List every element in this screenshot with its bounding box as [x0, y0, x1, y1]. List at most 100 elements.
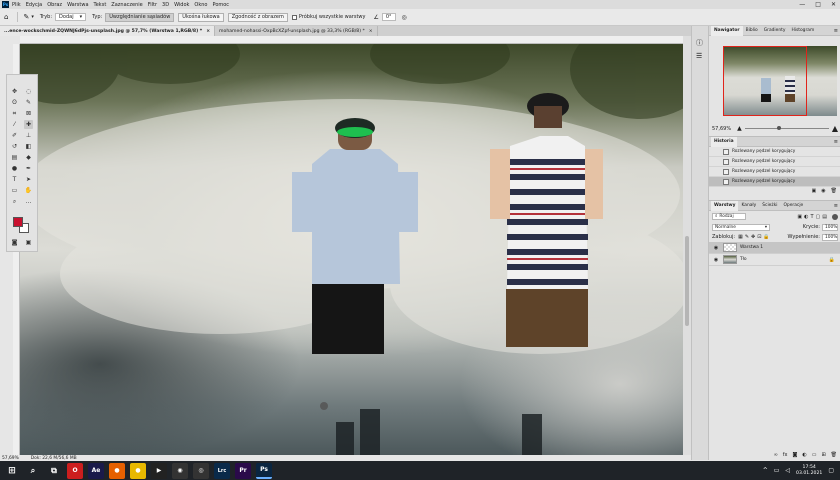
frame-tool-icon[interactable]: ⊠: [24, 109, 33, 118]
crop-tool-icon[interactable]: ⌗: [10, 109, 19, 118]
fill-input[interactable]: 100%: [822, 233, 838, 241]
search-icon[interactable]: ⌕: [25, 463, 41, 479]
snapshot-icon[interactable]: ▣: [812, 188, 817, 194]
tab-gradients[interactable]: Gradienty: [761, 26, 789, 36]
foreground-color-swatch[interactable]: [13, 217, 23, 227]
tab-actions[interactable]: Operacje: [780, 201, 806, 211]
blend-mode-select[interactable]: Normalne ▾: [712, 223, 770, 231]
angle-input[interactable]: 0°: [381, 13, 396, 21]
panel-menu-icon[interactable]: ≡: [834, 203, 838, 209]
create-texture-button[interactable]: Ukośna łukowa: [178, 12, 224, 22]
rectangle-tool-icon[interactable]: ▭: [10, 186, 19, 195]
fx-icon[interactable]: fx: [783, 452, 788, 458]
windows-start-icon[interactable]: ⊞: [4, 463, 20, 479]
maximize-button[interactable]: □: [815, 1, 821, 8]
adjustments-panel-icon[interactable]: ☰: [696, 52, 702, 60]
lightroom-classic-icon[interactable]: Lrc: [214, 462, 230, 479]
after-effects-icon[interactable]: Ae: [88, 462, 104, 479]
zoom-in-icon[interactable]: ▲: [832, 124, 838, 133]
trash-icon[interactable]: 🗑: [831, 452, 837, 458]
close-icon[interactable]: ×: [206, 29, 210, 34]
tab-layers[interactable]: Warstwy: [711, 200, 739, 211]
info-panel-icon[interactable]: ⓘ: [696, 38, 703, 48]
gradient-tool-icon[interactable]: ▤: [10, 153, 19, 162]
mask-icon[interactable]: ◙: [792, 452, 797, 458]
proximity-match-button[interactable]: Zgodność z obrazem: [227, 12, 288, 22]
layer-row-warstwa-1[interactable]: ◉ Warstwa 1: [709, 242, 840, 254]
camera-icon[interactable]: ◉: [821, 188, 825, 194]
photoshop-logo[interactable]: Ps: [2, 1, 9, 8]
lasso-tool-icon[interactable]: ʘ: [10, 98, 19, 107]
navigator-zoom-value[interactable]: 57,69%: [712, 126, 731, 132]
zoom-tool-icon[interactable]: ⌕: [10, 197, 19, 206]
type-tool-icon[interactable]: T: [10, 175, 19, 184]
screen-mode-icon[interactable]: ▣: [24, 238, 33, 247]
menu-select[interactable]: Zaznaczenie: [111, 2, 142, 8]
slider-handle[interactable]: [776, 126, 781, 130]
brush-preset-icon[interactable]: ✎: [23, 13, 29, 21]
dodge-tool-icon[interactable]: ●: [10, 164, 19, 173]
layer-name[interactable]: Tło: [740, 257, 747, 262]
media-icon[interactable]: ◎: [193, 462, 209, 479]
adjustment-icon[interactable]: ◐: [802, 452, 806, 458]
firefox-icon[interactable]: ●: [109, 462, 125, 479]
task-view-icon[interactable]: ⧉: [46, 463, 62, 479]
lock-icon[interactable]: 🔒: [829, 257, 835, 263]
tab-histogram[interactable]: Histogram: [788, 26, 817, 36]
trash-icon[interactable]: 🗑: [831, 188, 837, 194]
volume-icon[interactable]: ◁: [785, 467, 790, 474]
zoom-out-icon[interactable]: ▲: [737, 125, 742, 132]
network-icon[interactable]: ▭: [774, 467, 780, 474]
history-item[interactable]: Rozlewany pędzel korygujący: [709, 167, 840, 177]
link-icon[interactable]: ∞: [774, 452, 778, 458]
pen-tool-icon[interactable]: ✒: [24, 164, 33, 173]
menu-3d[interactable]: 3D: [162, 2, 169, 8]
zoom-slider[interactable]: [744, 126, 829, 130]
minimize-button[interactable]: —: [799, 1, 805, 8]
sample-all-checkbox[interactable]: [291, 14, 297, 20]
chevron-down-icon[interactable]: ▾: [31, 14, 34, 20]
history-item[interactable]: Rozlewany pędzel korygujący: [709, 157, 840, 167]
panel-menu-icon[interactable]: ≡: [834, 28, 838, 34]
stamp-tool-icon[interactable]: ⊥: [24, 131, 33, 140]
video-player-icon[interactable]: ▶: [151, 462, 167, 479]
healing-brush-tool-icon[interactable]: ✚: [24, 120, 33, 129]
tray-chevron-icon[interactable]: ^: [763, 467, 768, 474]
scroll-thumb[interactable]: [685, 236, 689, 326]
eraser-tool-icon[interactable]: ◧: [24, 142, 33, 151]
eye-icon[interactable]: ◉: [712, 257, 720, 263]
tab-document-1[interactable]: ...ence-wockschmid-ZQWNJ6dPjs-unsplash.j…: [0, 26, 216, 36]
menu-help[interactable]: Pomoc: [212, 2, 229, 8]
tab-navigator[interactable]: Nawigator: [711, 25, 743, 36]
eyedropper-tool-icon[interactable]: ⁄: [10, 120, 19, 129]
menu-window[interactable]: Okno: [194, 2, 207, 8]
tab-history[interactable]: Historia: [711, 136, 737, 147]
filter-toggle[interactable]: [832, 213, 838, 220]
document-canvas[interactable]: [20, 44, 683, 455]
photoshop-icon[interactable]: Ps: [256, 462, 272, 479]
chrome-icon[interactable]: ●: [130, 462, 146, 479]
close-button[interactable]: ✕: [831, 1, 836, 8]
history-item-active[interactable]: Rozlewany pędzel korygujący: [709, 177, 840, 187]
panel-menu-icon[interactable]: ≡: [834, 139, 838, 145]
close-icon[interactable]: ×: [369, 29, 373, 34]
layer-name[interactable]: Warstwa 1: [740, 245, 763, 250]
opacity-input[interactable]: 100%: [822, 223, 838, 231]
tab-paths[interactable]: Ścieżki: [759, 201, 780, 211]
tab-channels[interactable]: Kanały: [738, 201, 759, 211]
premiere-icon[interactable]: Pr: [235, 462, 251, 479]
menu-edit[interactable]: Edycja: [26, 2, 43, 8]
history-brush-tool-icon[interactable]: ↺: [10, 142, 19, 151]
notifications-icon[interactable]: ▢: [828, 467, 834, 474]
quick-select-tool-icon[interactable]: ✎: [24, 98, 33, 107]
layer-filter-icons[interactable]: ▣◐T▢▤: [797, 214, 829, 220]
eye-icon[interactable]: ◉: [712, 245, 720, 251]
menu-file[interactable]: Plik: [12, 2, 21, 8]
navigator-view-box[interactable]: [723, 46, 807, 116]
blur-tool-icon[interactable]: ◆: [24, 153, 33, 162]
path-select-tool-icon[interactable]: ➤: [24, 175, 33, 184]
menu-layer[interactable]: Warstwa: [67, 2, 88, 8]
more-tools-icon[interactable]: …: [24, 197, 33, 206]
layer-filter-select[interactable]: ⌕ Rodzaj: [712, 213, 746, 220]
tab-libraries[interactable]: Biblio: [743, 26, 761, 36]
